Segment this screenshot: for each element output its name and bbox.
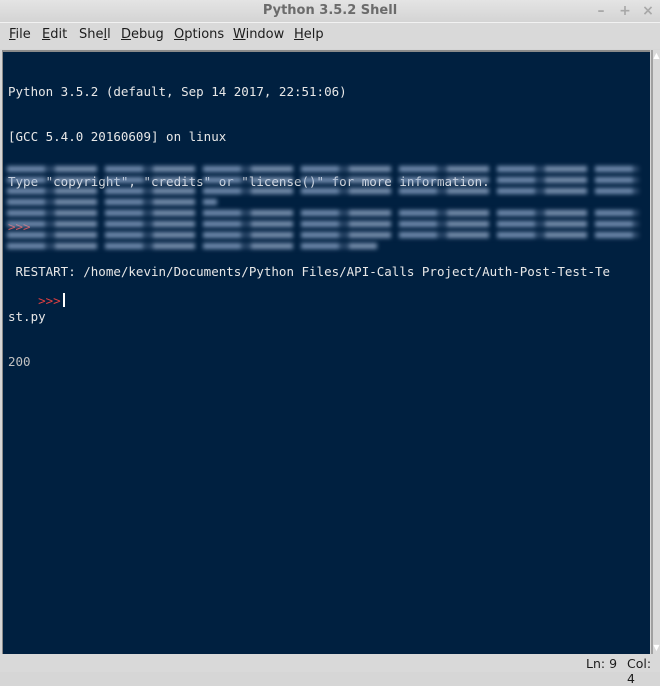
restart-line: RESTART: /home/kevin/Documents/Python Fi… bbox=[8, 264, 611, 279]
redacted-line bbox=[7, 232, 639, 238]
menu-help-label: elp bbox=[303, 27, 324, 42]
redacted-line bbox=[7, 221, 639, 227]
menu-edit-label: dit bbox=[50, 27, 68, 42]
shell-text-area[interactable]: Python 3.5.2 (default, Sep 14 2017, 22:5… bbox=[2, 50, 650, 654]
redacted-line bbox=[7, 177, 639, 183]
menu-file-label: ile bbox=[15, 27, 31, 42]
menu-debug[interactable]: Debug bbox=[121, 27, 164, 42]
menu-shell[interactable]: Shell bbox=[79, 27, 111, 42]
menu-debug-label: ebug bbox=[131, 27, 164, 42]
output-status-code: 200 bbox=[8, 354, 31, 369]
window-title: Python 3.5.2 Shell bbox=[262, 3, 398, 18]
vertical-scrollbar[interactable]: ▲ ▼ bbox=[651, 50, 660, 654]
menu-shell-label-pre: She bbox=[79, 27, 104, 42]
redacted-line bbox=[7, 243, 377, 249]
menu-window-mnemonic: W bbox=[233, 27, 246, 42]
banner-line: [GCC 5.4.0 20160609] on linux bbox=[8, 129, 227, 144]
menu-help-mnemonic: H bbox=[294, 27, 304, 42]
banner-line: Python 3.5.2 (default, Sep 14 2017, 22:5… bbox=[8, 84, 347, 99]
redacted-line bbox=[7, 210, 639, 216]
menu-debug-mnemonic: D bbox=[121, 27, 132, 42]
minimize-icon[interactable]: – bbox=[592, 2, 610, 20]
final-prompt: >>> bbox=[38, 293, 61, 308]
line-number: Ln: 9 bbox=[586, 656, 618, 671]
redacted-line bbox=[7, 199, 217, 205]
menu-edit-mnemonic: E bbox=[42, 27, 51, 42]
status-bar: Ln: 9 Col: 4 bbox=[0, 654, 660, 686]
column-number: Col: 4 bbox=[627, 656, 652, 686]
scroll-down-icon[interactable]: ▼ bbox=[653, 642, 660, 654]
menu-bar: File Edit Shell Debug Options Window Hel… bbox=[0, 23, 660, 49]
close-icon[interactable]: × bbox=[639, 2, 657, 20]
menu-file[interactable]: File bbox=[9, 27, 31, 42]
redacted-line bbox=[7, 188, 639, 194]
text-cursor bbox=[62, 293, 65, 307]
input-line[interactable]: >>> bbox=[8, 278, 648, 323]
scroll-up-icon[interactable]: ▲ bbox=[653, 50, 660, 62]
menu-options-label: ptions bbox=[184, 27, 225, 42]
menu-options[interactable]: Options bbox=[174, 27, 224, 42]
title-bar[interactable]: Python 3.5.2 Shell – + × bbox=[0, 0, 660, 23]
menu-options-mnemonic: O bbox=[174, 27, 185, 42]
maximize-icon[interactable]: + bbox=[616, 2, 634, 20]
menu-shell-label: l bbox=[107, 27, 111, 42]
menu-window-label: indow bbox=[245, 27, 285, 42]
redacted-line bbox=[7, 166, 639, 172]
redacted-output-block bbox=[7, 162, 639, 254]
menu-edit[interactable]: Edit bbox=[42, 27, 67, 42]
menu-help[interactable]: Help bbox=[294, 27, 324, 42]
menu-window[interactable]: Window bbox=[233, 27, 284, 42]
